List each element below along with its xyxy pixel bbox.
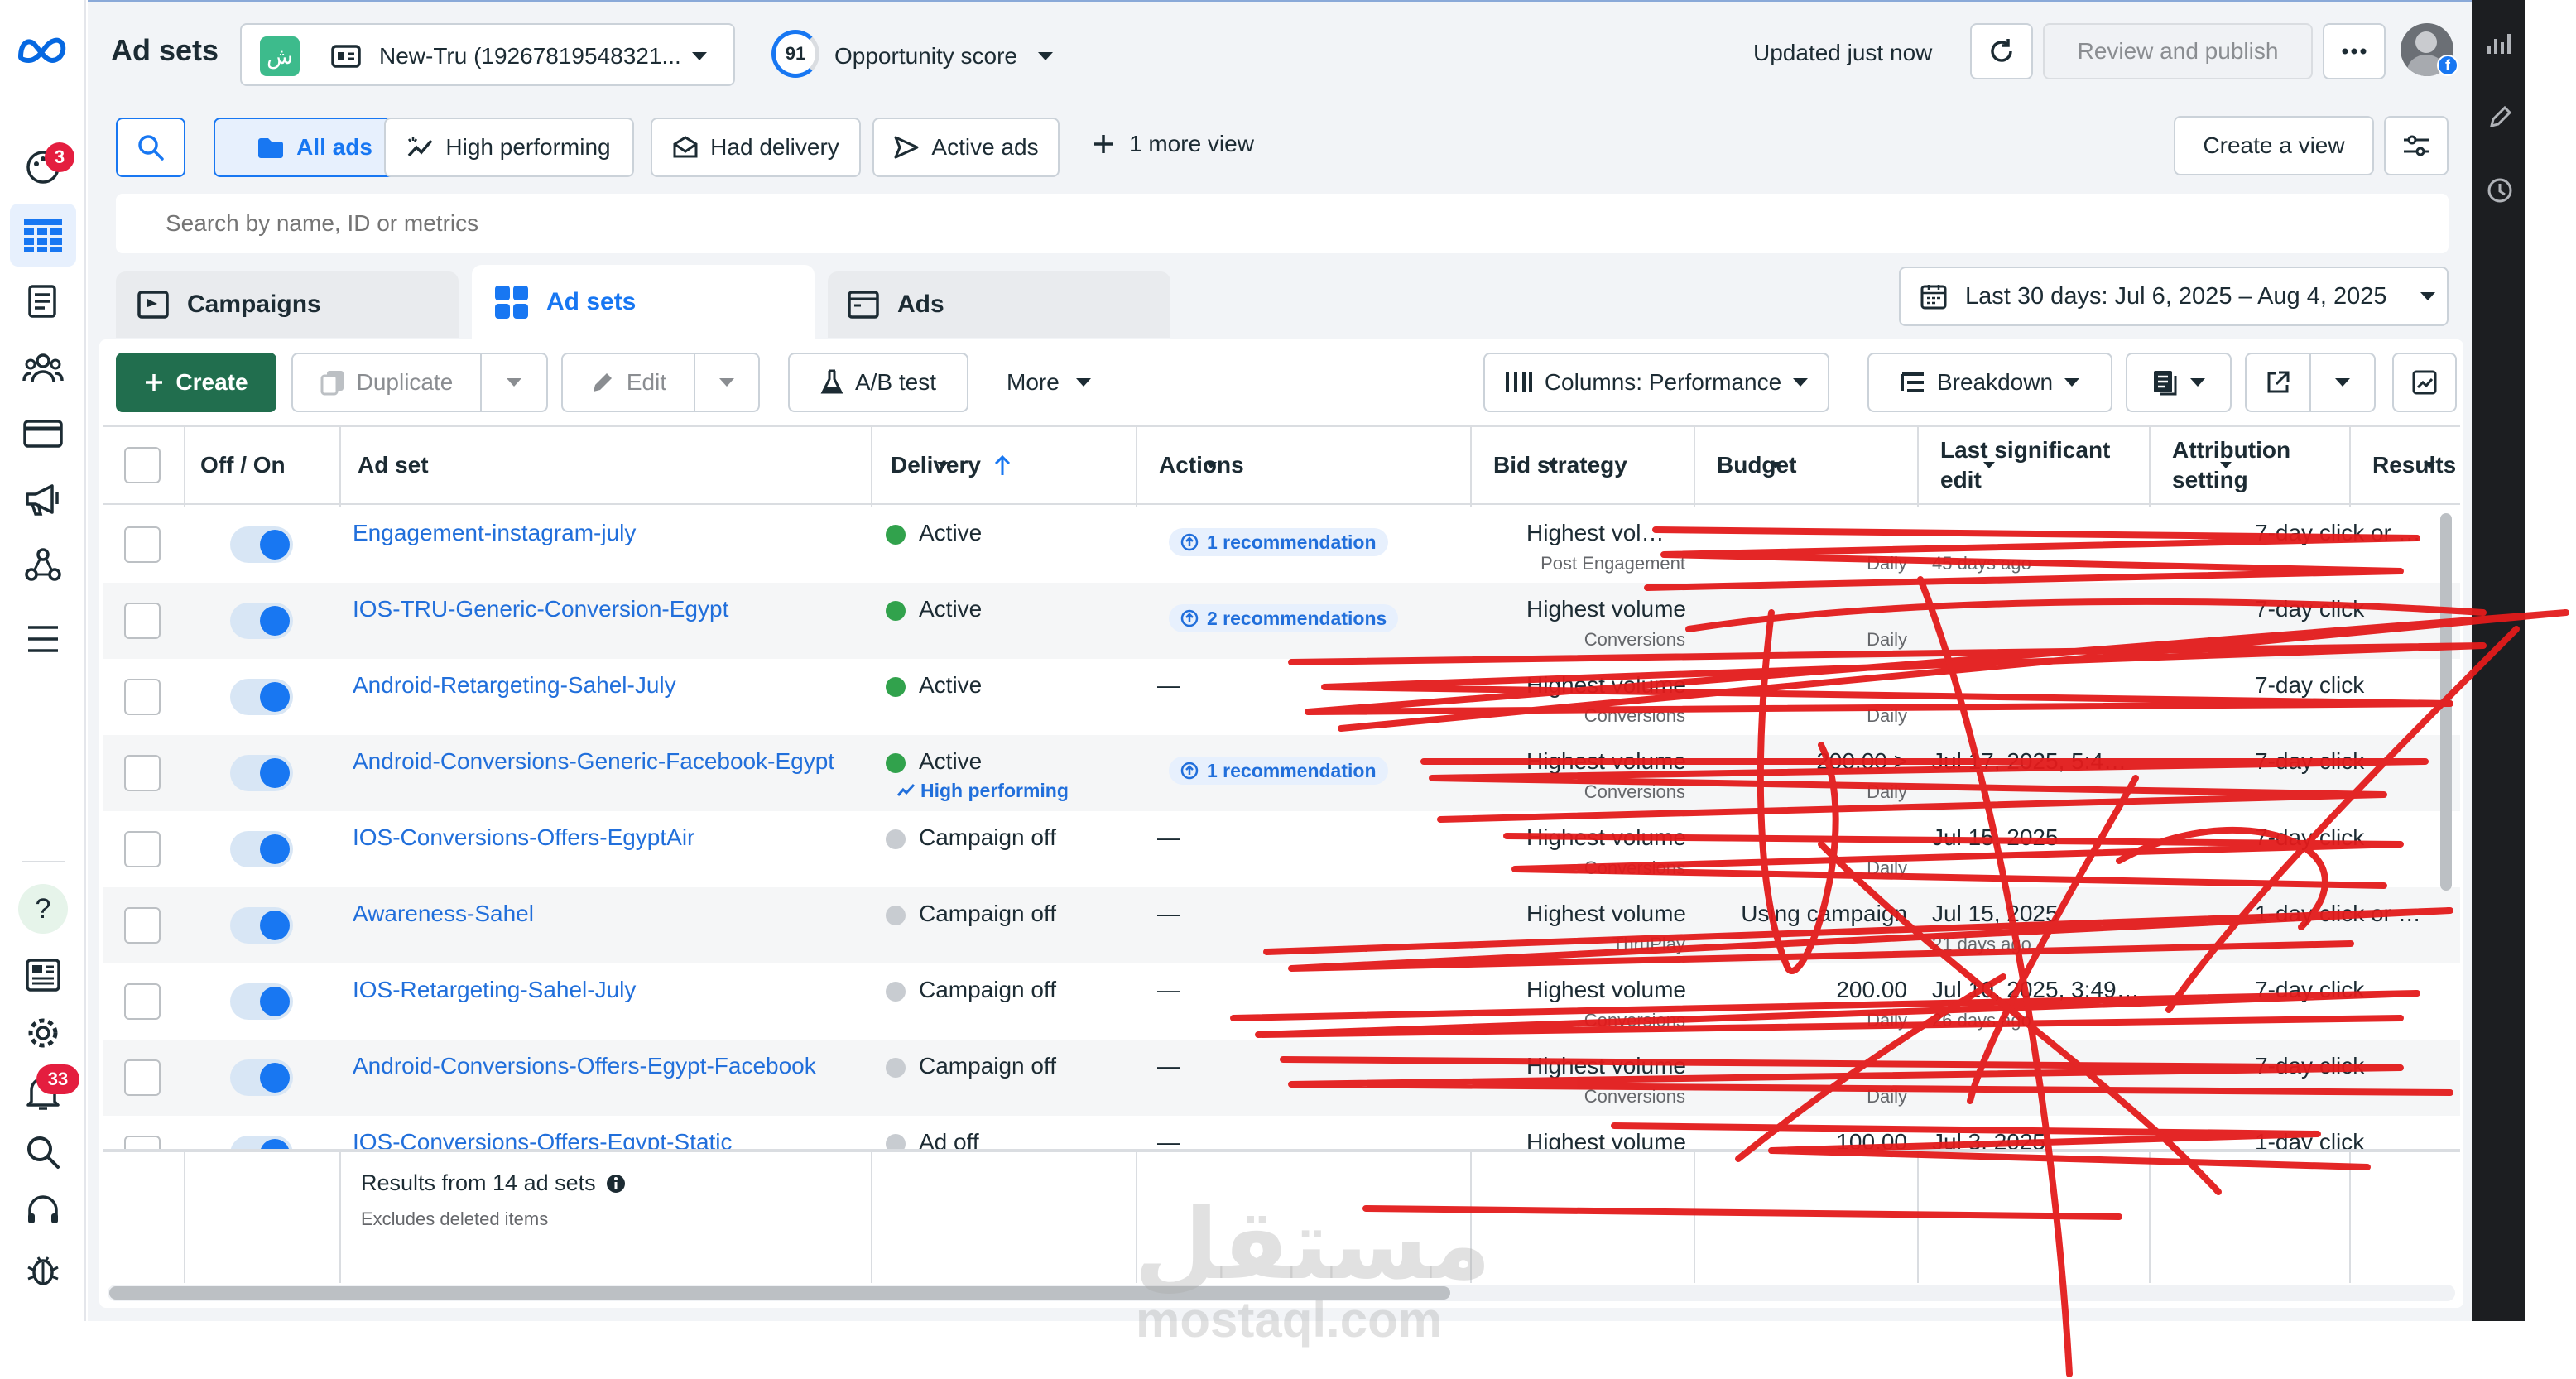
red-scribble-overlay <box>1230 526 2569 1377</box>
